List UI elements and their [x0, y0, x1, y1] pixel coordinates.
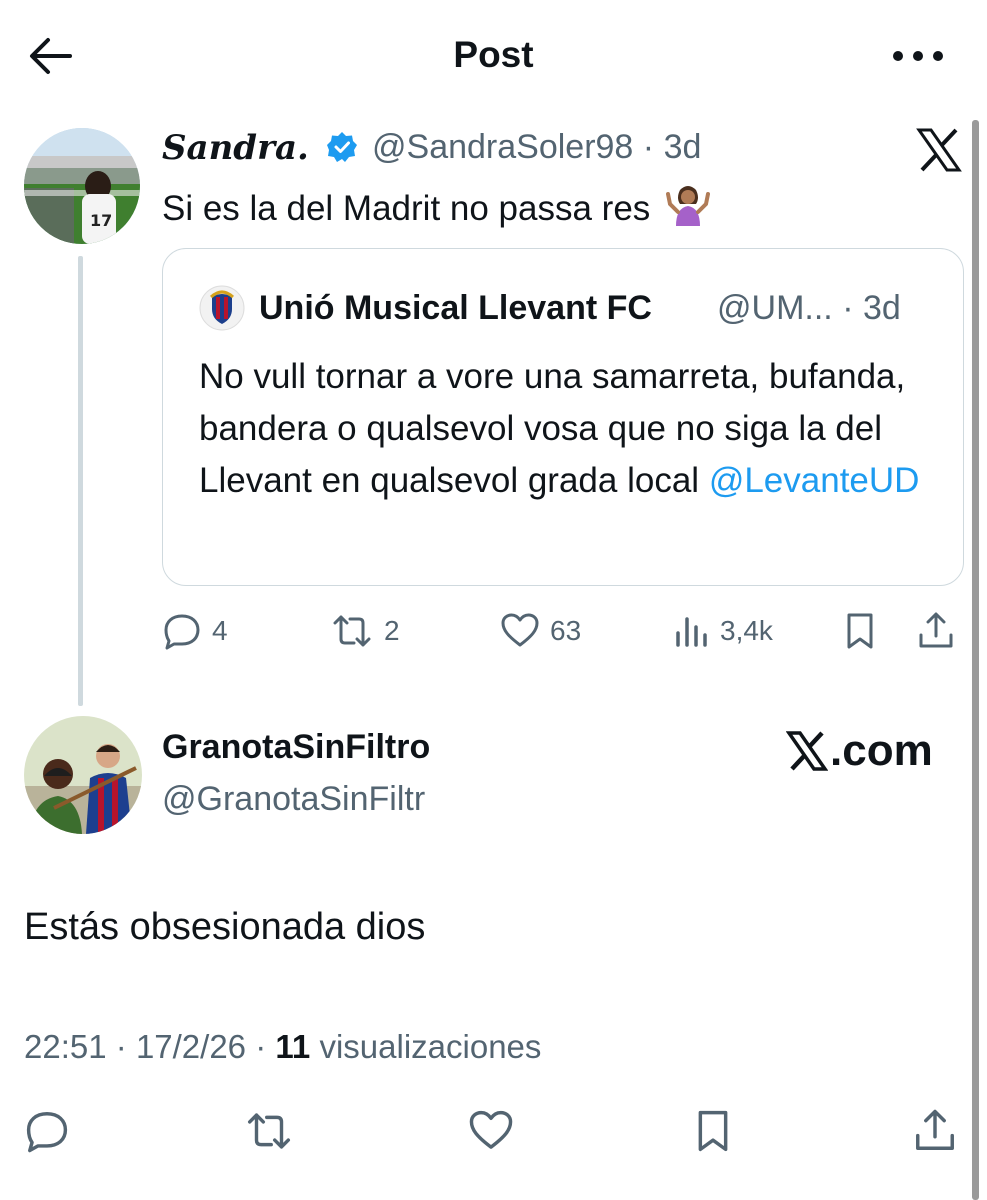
reply-button[interactable]	[24, 1108, 74, 1160]
share-icon	[919, 612, 953, 648]
watermark-domain-text: .com	[830, 726, 933, 775]
quoted-post-text: No vull tornar a vore una samarreta, buf…	[199, 351, 939, 507]
author-handle[interactable]: @SandraSoler98	[372, 128, 633, 166]
post-action-bar: 4 2 63 3,4k	[162, 606, 964, 656]
x-com-watermark: .com	[786, 726, 933, 776]
club-crest-avatar[interactable]	[199, 285, 245, 331]
post-text: Si es la del Madrit no passa res	[162, 182, 711, 235]
views-chart-icon	[676, 617, 707, 647]
like-button[interactable]	[468, 1108, 518, 1160]
heart-icon	[501, 613, 539, 647]
quoted-author-name[interactable]: Unió Musical Llevant FC	[259, 289, 652, 328]
repost-icon	[247, 1113, 291, 1149]
views-number: 11	[275, 1028, 311, 1065]
bookmark-action[interactable]	[842, 606, 878, 656]
x-logo-icon	[786, 731, 828, 771]
repost-button[interactable]	[244, 1108, 294, 1160]
sandra-avatar[interactable]: 17	[24, 128, 140, 244]
views-action[interactable]: 3,4k	[674, 606, 773, 656]
like-count: 63	[550, 615, 582, 646]
page-title: Post	[453, 34, 534, 75]
heart-icon	[469, 1110, 513, 1149]
reply-icon	[26, 1112, 68, 1153]
separator-dot: ·	[642, 128, 655, 166]
x-logo-icon	[916, 128, 962, 172]
post-metadata: 22:51 · 17/2/26 · 11 visualizaciones	[24, 1028, 541, 1066]
quoted-handle-line: @UM... · 3d	[717, 289, 901, 328]
main-post-action-bar	[24, 1108, 964, 1164]
like-action[interactable]: 63	[500, 606, 581, 656]
reply-action[interactable]: 4	[162, 606, 228, 656]
bookmark-button[interactable]	[692, 1108, 742, 1160]
more-options-icon[interactable]	[888, 38, 948, 74]
bookmark-icon	[698, 1110, 728, 1152]
separator-dot: ·	[255, 1028, 267, 1065]
share-icon	[916, 1109, 954, 1150]
separator-dot: ·	[115, 1028, 127, 1065]
author-handle-line: @SandraSoler98 · 3d	[372, 128, 701, 167]
main-author-name[interactable]: GranotaSinFiltro	[162, 728, 430, 767]
separator-dot: ·	[842, 289, 854, 327]
post-time[interactable]: 22:51	[24, 1028, 107, 1065]
scrollbar[interactable]	[972, 120, 979, 1200]
views-count: 3,4k	[720, 615, 773, 646]
share-action[interactable]	[916, 606, 956, 656]
share-button[interactable]	[912, 1108, 962, 1160]
main-post-text: Estás obsesionada dios	[24, 906, 426, 948]
svg-text:17: 17	[90, 211, 112, 230]
thread-connector-line	[78, 256, 83, 706]
top-bar: Post	[0, 0, 987, 110]
post-date[interactable]: 17/2/26	[136, 1028, 246, 1065]
person-shrugging-emoji-icon	[666, 182, 711, 235]
reply-icon	[164, 614, 200, 650]
repost-icon	[333, 615, 371, 647]
bookmark-icon	[847, 613, 873, 649]
quoted-post-age[interactable]: 3d	[863, 289, 901, 327]
verified-badge-icon	[326, 131, 358, 163]
author-display-name[interactable]: Sandra.	[162, 128, 309, 168]
reply-count: 4	[212, 615, 228, 646]
post-text-content: Si es la del Madrit no passa res	[162, 189, 651, 228]
quoted-author-handle[interactable]: @UM...	[717, 289, 833, 327]
main-author-handle[interactable]: @GranotaSinFiltr	[162, 780, 425, 819]
post-age[interactable]: 3d	[664, 128, 702, 166]
mention-link[interactable]: @LevanteUD	[709, 461, 920, 500]
views-label[interactable]: visualizaciones	[319, 1028, 541, 1065]
granota-avatar[interactable]	[24, 716, 142, 834]
repost-action[interactable]: 2	[330, 606, 400, 656]
repost-count: 2	[384, 615, 400, 646]
quoted-post-card[interactable]: Unió Musical Llevant FC @UM... · 3d No v…	[162, 248, 964, 586]
